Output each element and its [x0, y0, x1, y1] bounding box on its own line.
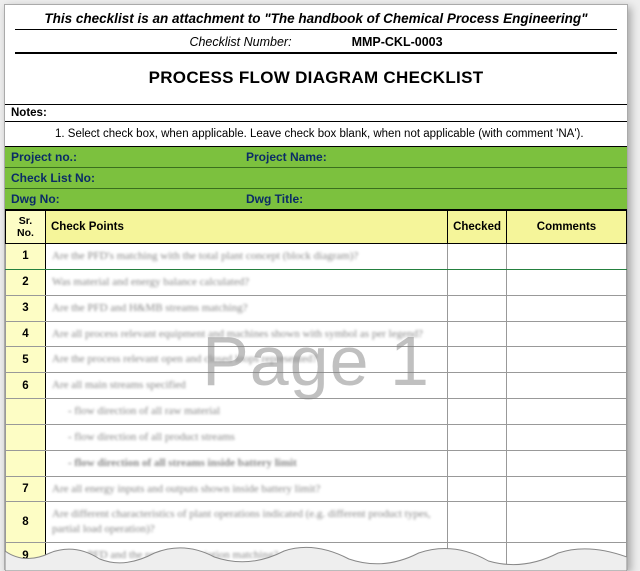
- cell-checked[interactable]: [448, 476, 507, 502]
- cell-checked[interactable]: [448, 244, 507, 270]
- cell-checked[interactable]: [448, 269, 507, 295]
- table-row: - flow direction of all raw material: [6, 399, 627, 425]
- check-list-no-label: Check List No:: [11, 171, 246, 185]
- dwg-no-label: Dwg No:: [11, 192, 246, 206]
- cell-sr: 4: [6, 321, 46, 347]
- col-comments: Comments: [507, 211, 627, 244]
- checklist-number-row: Checklist Number: MMP-CKL-0003: [15, 32, 617, 54]
- cell-sr: [6, 424, 46, 450]
- checklist-number-value: MMP-CKL-0003: [352, 35, 443, 49]
- cell-checkpoint: - flow direction of all product streams: [46, 424, 448, 450]
- col-checked: Checked: [448, 211, 507, 244]
- cell-comments[interactable]: [507, 450, 627, 476]
- cell-comments[interactable]: [507, 347, 627, 373]
- cell-checkpoint: Are all process relevant equipment and m…: [46, 321, 448, 347]
- cell-comments[interactable]: [507, 321, 627, 347]
- cell-checkpoint: Are different characteristics of plant o…: [46, 502, 448, 543]
- meta-row-project: Project no.: Project Name:: [5, 147, 627, 168]
- table-row: 7Are all energy inputs and outputs shown…: [6, 476, 627, 502]
- dwg-title-label: Dwg Title:: [246, 192, 621, 206]
- table-row: 6Are all main streams specified: [6, 373, 627, 399]
- cell-checked[interactable]: [448, 373, 507, 399]
- table-row: 5Are the process relevant open and close…: [6, 347, 627, 373]
- cell-sr: 2: [6, 269, 46, 295]
- cell-comments[interactable]: [507, 502, 627, 543]
- cell-comments[interactable]: [507, 424, 627, 450]
- cell-comments[interactable]: [507, 244, 627, 270]
- col-checkpoints: Check Points: [46, 211, 448, 244]
- cell-checked[interactable]: [448, 321, 507, 347]
- cell-comments[interactable]: [507, 476, 627, 502]
- cell-comments[interactable]: [507, 295, 627, 321]
- cell-comments[interactable]: [507, 543, 627, 569]
- checklist-number-label: Checklist Number:: [189, 35, 291, 49]
- cell-checkpoint: Are all main streams specified: [46, 373, 448, 399]
- cell-checked[interactable]: [448, 399, 507, 425]
- cell-sr: [6, 450, 46, 476]
- cell-sr: [6, 399, 46, 425]
- table-row: 8Are different characteristics of plant …: [6, 502, 627, 543]
- cell-sr: 8: [6, 502, 46, 543]
- table-row: 2Was material and energy balance calcula…: [6, 269, 627, 295]
- cell-sr: 1: [6, 244, 46, 270]
- attachment-line: This checklist is an attachment to "The …: [15, 11, 617, 30]
- cell-checked[interactable]: [448, 450, 507, 476]
- table-row: - flow direction of all product streams: [6, 424, 627, 450]
- cell-sr: 5: [6, 347, 46, 373]
- cell-checked[interactable]: [448, 295, 507, 321]
- checklist-table: Sr. No. Check Points Checked Comments 1A…: [5, 210, 627, 569]
- col-sr: Sr. No.: [6, 211, 46, 244]
- cell-checkpoint: Are all energy inputs and outputs shown …: [46, 476, 448, 502]
- document-page: This checklist is an attachment to "The …: [4, 4, 628, 570]
- cell-checkpoint: Are the PFD's matching with the total pl…: [46, 244, 448, 270]
- notes-body: 1. Select check box, when applicable. Le…: [5, 122, 627, 147]
- document-header: This checklist is an attachment to "The …: [5, 5, 627, 104]
- cell-checkpoint: Are the PFD and H&MB streams matching?: [46, 295, 448, 321]
- meta-row-checklist: Check List No:: [5, 168, 627, 189]
- cell-checked[interactable]: [448, 347, 507, 373]
- table-row: 3Are the PFD and H&MB streams matching?: [6, 295, 627, 321]
- meta-row-dwg: Dwg No: Dwg Title:: [5, 189, 627, 210]
- table-row: 1Are the PFD's matching with the total p…: [6, 244, 627, 270]
- cell-sr: 6: [6, 373, 46, 399]
- project-name-label: Project Name:: [246, 150, 621, 164]
- cell-checkpoint: Are the process relevant open and closed…: [46, 347, 448, 373]
- cell-checkpoint: Was material and energy balance calculat…: [46, 269, 448, 295]
- cell-comments[interactable]: [507, 399, 627, 425]
- meta-block: Project no.: Project Name: Check List No…: [5, 147, 627, 210]
- cell-checkpoint: Are the PFD and the process description …: [46, 543, 448, 569]
- cell-comments[interactable]: [507, 373, 627, 399]
- cell-comments[interactable]: [507, 269, 627, 295]
- cell-checked[interactable]: [448, 502, 507, 543]
- cell-checkpoint: - flow direction of all raw material: [46, 399, 448, 425]
- cell-sr: 9: [6, 543, 46, 569]
- cell-checked[interactable]: [448, 543, 507, 569]
- table-row: 4Are all process relevant equipment and …: [6, 321, 627, 347]
- cell-checked[interactable]: [448, 424, 507, 450]
- document-title: PROCESS FLOW DIAGRAM CHECKLIST: [15, 54, 617, 100]
- cell-sr: 3: [6, 295, 46, 321]
- cell-checkpoint: - flow direction of all streams inside b…: [46, 450, 448, 476]
- cell-sr: 7: [6, 476, 46, 502]
- table-row: 9Are the PFD and the process description…: [6, 543, 627, 569]
- project-no-label: Project no.:: [11, 150, 246, 164]
- notes-heading: Notes:: [5, 104, 627, 122]
- table-row: - flow direction of all streams inside b…: [6, 450, 627, 476]
